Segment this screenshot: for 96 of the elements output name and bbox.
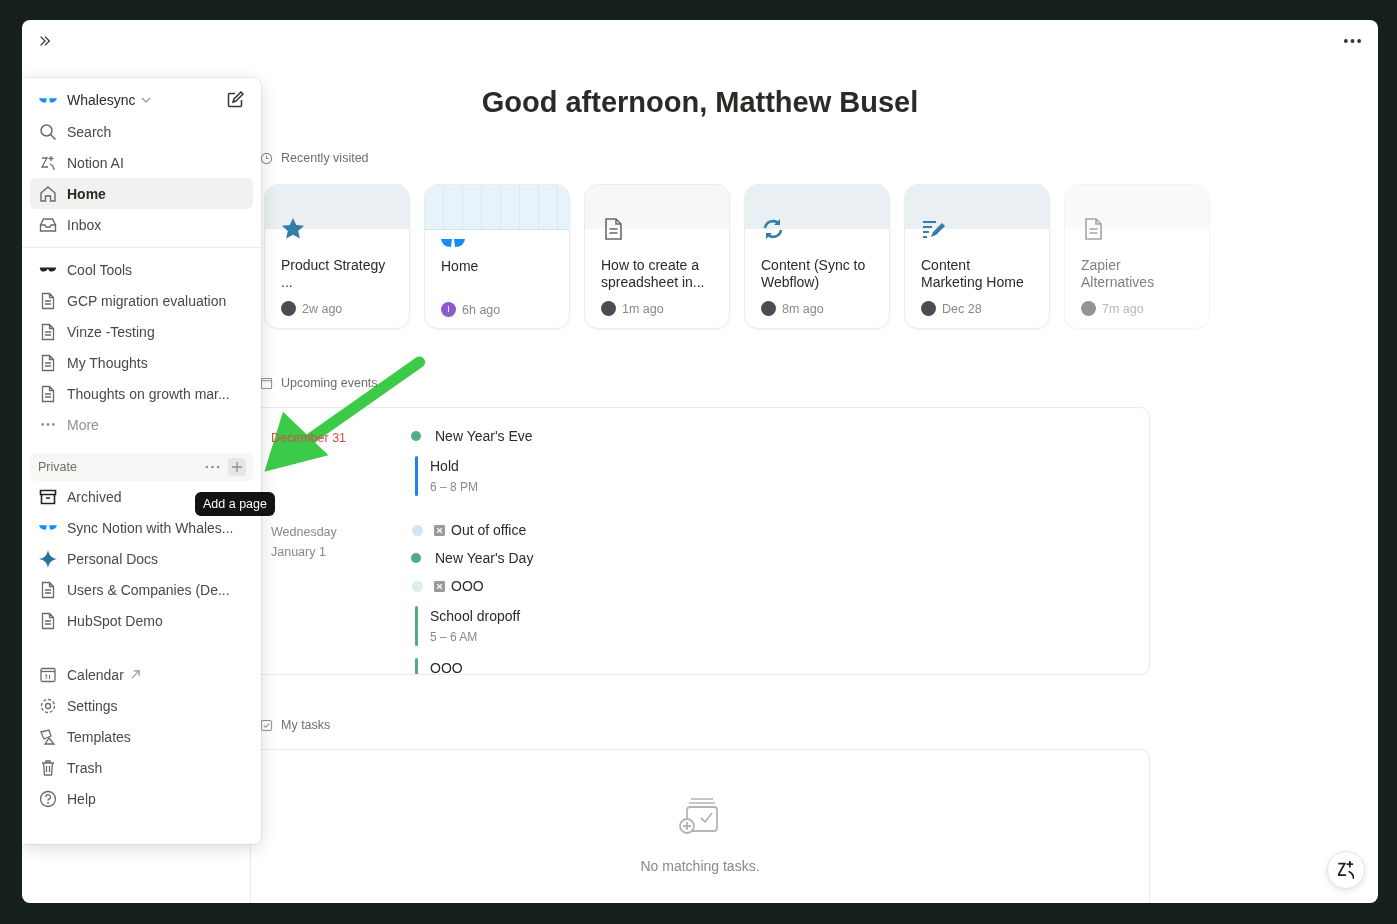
section-title: Upcoming events	[281, 376, 378, 390]
card-title: Content (Sync to Webflow)	[761, 257, 867, 291]
settings-icon	[39, 696, 57, 715]
visited-time: 6h ago	[462, 302, 501, 317]
sidebar-item[interactable]: GCP migration evaluation	[30, 285, 253, 316]
archive-box-icon	[39, 487, 57, 506]
event-title[interactable]: OOO	[451, 578, 484, 594]
sidebar-item[interactable]: Users & Companies (De...	[30, 574, 253, 605]
logo-icon	[39, 525, 57, 530]
tooltip: Add a page	[195, 492, 275, 516]
sidebar-item[interactable]: Vinze -Testing	[30, 316, 253, 347]
checkbox-icon	[260, 718, 273, 732]
greeting-heading: Good afternoon, Matthew Busel	[481, 85, 919, 120]
visited-time: 1m ago	[622, 301, 664, 316]
calendar-icon	[260, 376, 273, 390]
avatar-placeholder	[761, 301, 776, 316]
card-title: Home	[441, 258, 480, 276]
page-card[interactable]: Home I 6h ago	[424, 184, 570, 329]
sidebar-item[interactable]: Cool Tools	[30, 254, 253, 285]
visited-time: 8m ago	[782, 301, 824, 316]
avatar-placeholder	[1081, 301, 1096, 316]
card-title: How to create a spreadsheet in...	[601, 257, 706, 291]
avatar-initial: I	[441, 302, 456, 317]
event-title[interactable]: New Year's Eve	[435, 428, 533, 444]
sunglasses-icon	[39, 265, 57, 274]
sidebar-item[interactable]: My Thoughts	[30, 347, 253, 378]
calendar-icon	[39, 665, 57, 684]
search-icon	[39, 122, 57, 141]
visited-time: 2w ago	[302, 301, 343, 316]
diamond-icon	[39, 549, 57, 568]
sidebar-item[interactable]: Search	[30, 116, 253, 147]
notion-ai-button[interactable]	[1327, 851, 1365, 889]
page-icon	[39, 580, 57, 599]
page-card[interactable]: Product Strategy ... 2w ago	[264, 184, 410, 329]
sidebar-item[interactable]: Personal Docs	[30, 543, 253, 574]
expand-sidebar-icon[interactable]	[38, 34, 52, 48]
workspace-name[interactable]: Whalesync	[67, 92, 136, 108]
notion-ai-icon	[1338, 861, 1354, 879]
card-title: Product Strategy ...	[281, 257, 387, 291]
card-title: Content Marketing Home	[921, 257, 1025, 291]
x-box-icon	[434, 580, 445, 592]
card-title: Zapier Alternatives	[1081, 257, 1156, 291]
avatar-placeholder	[281, 301, 296, 316]
sidebar-item[interactable]: Trash	[30, 752, 253, 783]
external-link-icon	[129, 669, 141, 680]
sync-arrows-icon	[761, 217, 785, 241]
sidebar-item[interactable]: Settings	[30, 690, 253, 721]
avatar-placeholder	[921, 301, 936, 316]
event-title[interactable]: Hold	[430, 458, 479, 474]
x-box-icon	[434, 524, 445, 536]
page-card[interactable]: Zapier Alternatives 7m ago	[1064, 184, 1210, 329]
section-title: Recently visited	[281, 151, 369, 165]
sidebar-item[interactable]: HubSpot Demo	[30, 605, 253, 636]
page-icon	[39, 384, 57, 403]
home-icon	[39, 184, 57, 203]
page-icon	[39, 353, 57, 372]
trash-icon	[39, 758, 57, 777]
sparkle-face-icon	[39, 153, 57, 172]
sidebar-item[interactable]: Help	[30, 783, 253, 814]
workspace-logo-icon	[39, 97, 57, 103]
chevron-down-icon[interactable]	[141, 97, 152, 103]
sidebar-item[interactable]: Home	[30, 178, 253, 209]
sidebar-item[interactable]: Calendar	[30, 659, 253, 690]
day-label: January 1	[271, 544, 327, 561]
event-time: 6 – 8 PM	[430, 480, 479, 494]
event-title[interactable]: School dropoff	[430, 608, 521, 624]
more-options-icon[interactable]	[1343, 38, 1362, 44]
event-time: 5 – 6 AM	[430, 630, 479, 644]
sidebar-item[interactable]: Templates	[30, 721, 253, 752]
avatar-placeholder	[601, 301, 616, 316]
visited-time: 7m ago	[1102, 301, 1144, 316]
clock-icon	[260, 151, 273, 165]
sidebar-item[interactable]: Notion AI	[30, 147, 253, 178]
section-title: My tasks	[281, 718, 331, 732]
sidebar-item[interactable]: Thoughts on growth mar...	[30, 378, 253, 409]
section-label: Private	[38, 460, 77, 474]
page-icon	[39, 322, 57, 341]
more-dots-icon	[39, 423, 57, 426]
page-icon	[39, 611, 57, 630]
help-icon	[39, 789, 57, 808]
star-icon	[281, 217, 305, 241]
event-title[interactable]: OOO	[430, 660, 463, 674]
event-title[interactable]: New Year's Day	[435, 550, 534, 566]
inbox-icon	[39, 215, 57, 234]
new-page-icon[interactable]	[226, 91, 244, 109]
page-card[interactable]: Content Marketing Home Dec 28	[904, 184, 1050, 329]
task-list-icon	[679, 796, 721, 836]
page-card[interactable]: How to create a spreadsheet in... 1m ago	[584, 184, 730, 329]
page-icon	[39, 291, 57, 310]
page-card[interactable]: Content (Sync to Webflow) 8m ago	[744, 184, 890, 329]
empty-state-text: No matching tasks.	[640, 858, 760, 874]
visited-time: Dec 28	[942, 301, 982, 316]
shapes-icon	[39, 727, 57, 746]
day-label: Wednesday	[271, 524, 338, 541]
sidebar-item[interactable]: Inbox	[30, 209, 253, 240]
event-title[interactable]: Out of office	[451, 522, 527, 538]
